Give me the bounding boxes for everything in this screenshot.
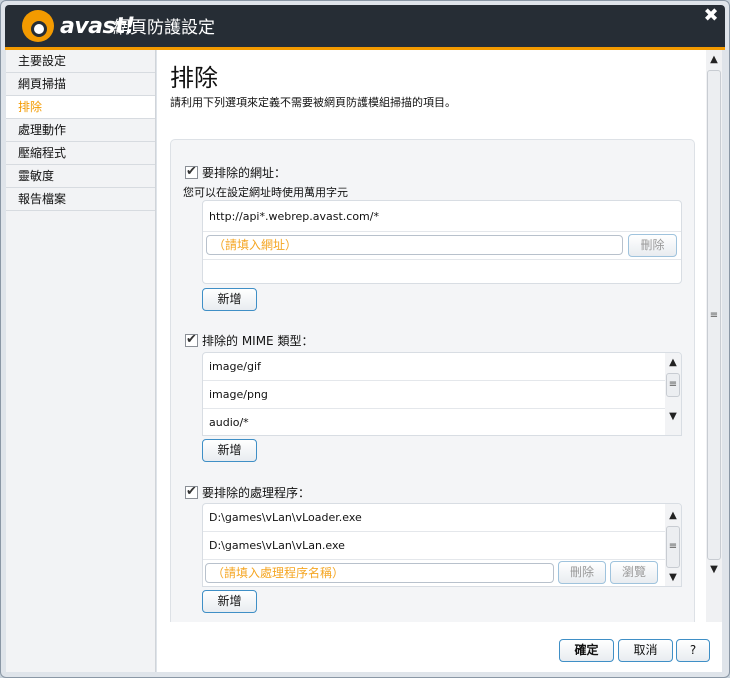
processes-checkbox[interactable]: ✔ [185, 485, 198, 499]
list-item[interactable]: D:\games\vLan\vLan.exe [203, 532, 665, 560]
mime-add-button[interactable]: 新增 [202, 439, 257, 462]
list-item[interactable]: image/png [203, 381, 665, 409]
url-add-button[interactable]: 新增 [202, 288, 257, 311]
processes-scrollbar[interactable]: ▲ ≡ ▼ [665, 504, 681, 586]
mime-scrollbar[interactable]: ▲ ≡ ▼ [665, 353, 681, 435]
sidebar: 主要設定 網頁掃描 排除 處理動作 壓縮程式 靈敏度 報告檔案 [6, 50, 156, 672]
page-title: 排除 [170, 64, 218, 92]
process-add-button[interactable]: 新增 [202, 590, 257, 613]
sidebar-item-actions[interactable]: 處理動作 [6, 119, 155, 142]
ok-button[interactable]: 確定 [559, 639, 614, 662]
scroll-down-icon[interactable]: ▼ [706, 564, 722, 576]
scroll-down-icon[interactable]: ▼ [665, 572, 681, 584]
scroll-thumb[interactable]: ≡ [707, 70, 721, 560]
processes-label: 要排除的處理程序： [202, 486, 311, 500]
sidebar-item-sensitivity[interactable]: 靈敏度 [6, 165, 155, 188]
main-scrollbar[interactable]: ▲ ≡ ▼ [706, 50, 722, 622]
page-description: 請利用下列選項來定義不需要被網頁防護模組掃描的項目。 [170, 96, 456, 109]
list-item[interactable]: image/gif [203, 353, 665, 381]
process-browse-button[interactable]: 瀏覽 [610, 561, 658, 584]
mime-checkbox[interactable]: ✔ [185, 333, 198, 347]
help-button[interactable]: ? [676, 639, 710, 662]
url-input[interactable]: （請填入網址） [206, 235, 623, 255]
scroll-up-icon[interactable]: ▲ [706, 54, 722, 66]
sidebar-item-report-file[interactable]: 報告檔案 [6, 188, 155, 211]
scroll-up-icon[interactable]: ▲ [665, 357, 681, 369]
window-title: 網頁防護設定 [113, 18, 215, 38]
close-icon[interactable]: ✖ [700, 6, 722, 26]
sidebar-item-main-settings[interactable]: 主要設定 [6, 50, 155, 73]
avast-logo-icon [22, 10, 54, 42]
sidebar-item-packers[interactable]: 壓縮程式 [6, 142, 155, 165]
sidebar-item-exclusions[interactable]: 排除 [6, 96, 155, 119]
mime-label: 排除的 MIME 類型： [202, 334, 314, 348]
urls-list: http://api*.webrep.avast.com/* （請填入網址） 刪… [202, 200, 682, 284]
list-item[interactable]: http://api*.webrep.avast.com/* [203, 201, 681, 232]
urls-label: 要排除的網址： [202, 166, 287, 180]
scroll-down-icon[interactable]: ▼ [665, 411, 681, 423]
processes-section-label: ✔ 要排除的處理程序： [185, 484, 310, 501]
url-delete-button[interactable]: 刪除 [628, 234, 677, 257]
process-input[interactable]: （請填入處理程序名稱） [205, 563, 554, 583]
list-item[interactable]: audio/* [203, 409, 665, 435]
cancel-button[interactable]: 取消 [618, 639, 673, 662]
mime-section-label: ✔ 排除的 MIME 類型： [185, 332, 313, 349]
scroll-up-icon[interactable]: ▲ [665, 510, 681, 522]
process-delete-button[interactable]: 刪除 [558, 561, 606, 584]
sidebar-item-web-scan[interactable]: 網頁掃描 [6, 73, 155, 96]
urls-section-label: ✔ 要排除的網址： [185, 164, 286, 181]
scroll-thumb[interactable]: ≡ [666, 373, 680, 397]
processes-list: D:\games\vLan\vLoader.exe D:\games\vLan\… [202, 503, 682, 587]
mime-list: image/gif image/png audio/* ▲ ≡ ▼ [202, 352, 682, 436]
urls-hint: 您可以在設定網址時使用萬用字元 [183, 186, 348, 199]
scroll-thumb[interactable]: ≡ [666, 526, 680, 568]
list-item[interactable]: D:\games\vLan\vLoader.exe [203, 504, 665, 532]
urls-checkbox[interactable]: ✔ [185, 165, 198, 179]
